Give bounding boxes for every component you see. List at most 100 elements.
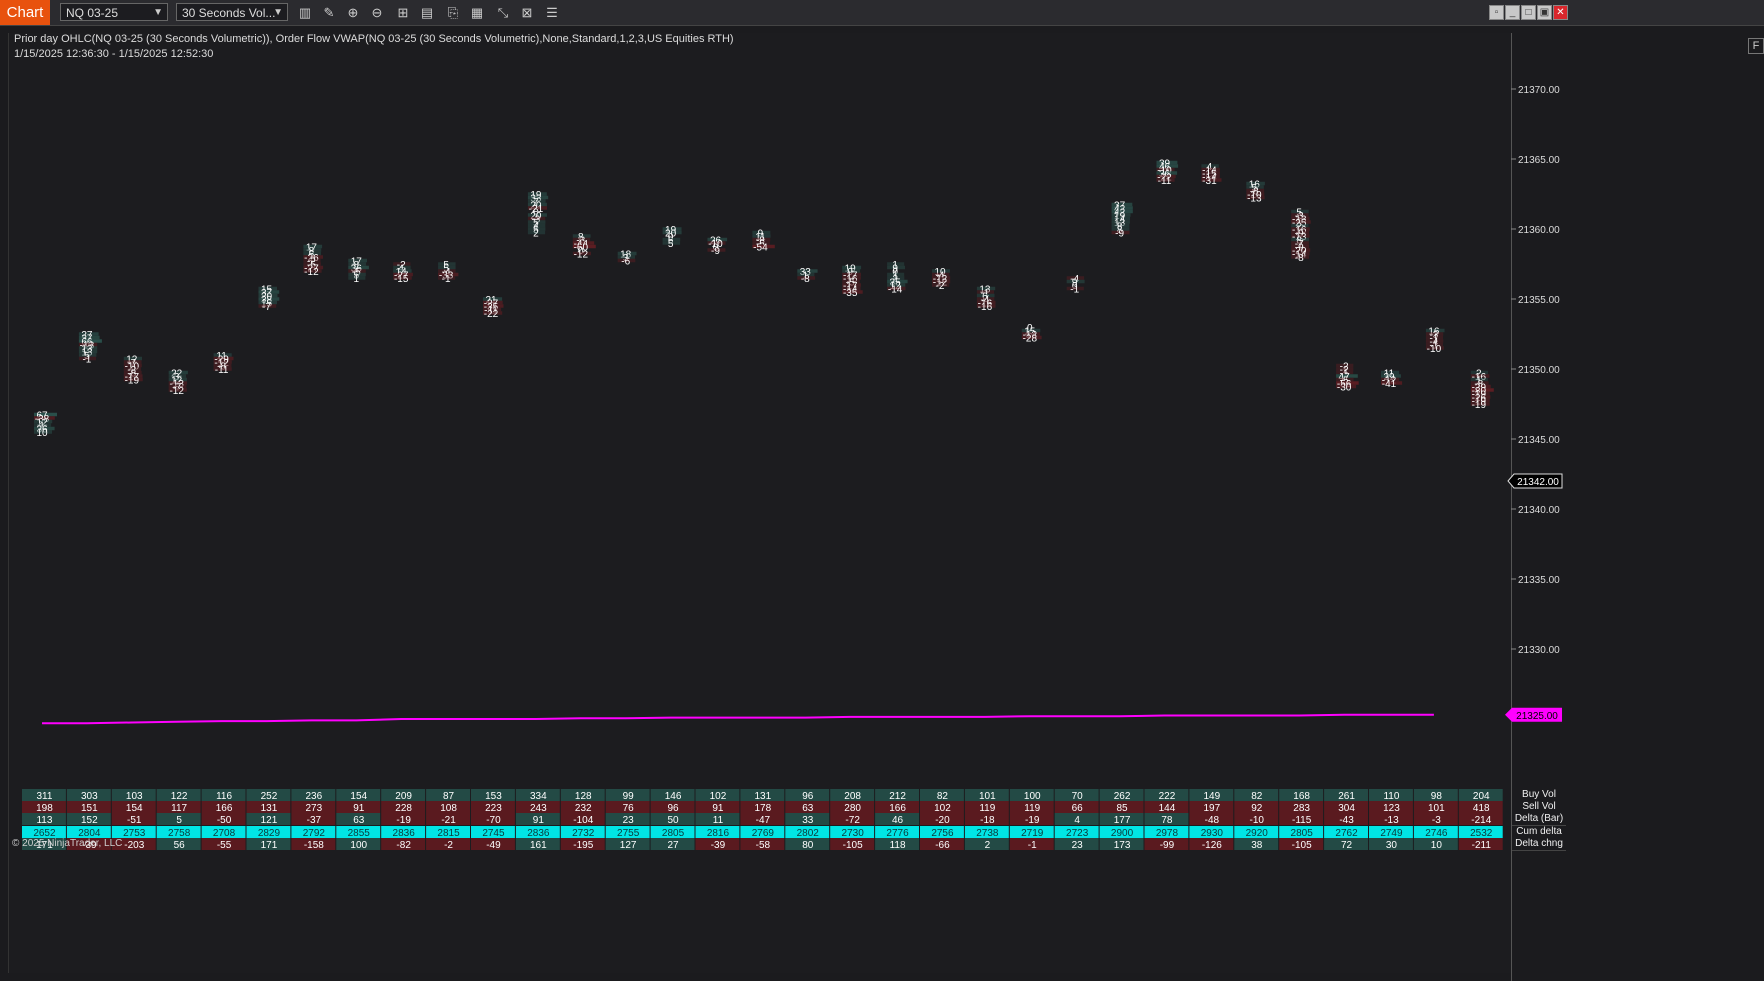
summary-sell-vol-value: 418	[1473, 803, 1490, 814]
y-tick-label: 21340.00	[1518, 505, 1560, 516]
summary-delta-bar-value: -20	[935, 815, 950, 826]
summary-cum-delta-value: 2836	[527, 828, 550, 839]
summary-delta-chng-value: 56	[174, 840, 186, 851]
footprint-cell-value: -6	[621, 257, 630, 268]
summary-delta-chng-value: -105	[843, 840, 863, 851]
summary-buy-vol-value: 149	[1204, 791, 1221, 802]
summary-delta-bar-value: -50	[217, 815, 232, 826]
footprint-cell-value: -28	[1023, 334, 1038, 345]
summary-buy-vol-value: 334	[530, 791, 547, 802]
summary-delta-chng-value: 100	[350, 840, 367, 851]
summary-delta-bar-value: 11	[713, 815, 724, 826]
summary-delta-chng-value: -195	[573, 840, 593, 851]
summary-sell-vol-value: 280	[844, 803, 861, 814]
summary-cum-delta-value: 2920	[1246, 828, 1269, 839]
summary-cum-delta-value: 2532	[1470, 828, 1493, 839]
footprint-cell-value: -7	[262, 302, 271, 313]
summary-delta-chng-value: -105	[1292, 840, 1312, 851]
summary-buy-vol-value: 103	[126, 791, 143, 802]
footprint-cell-value: -41	[1382, 379, 1397, 390]
summary-delta-bar-value: -104	[573, 815, 593, 826]
summary-delta-bar-value: -3	[1432, 815, 1441, 826]
summary-buy-vol-value: 153	[485, 791, 502, 802]
summary-delta-bar-value: 33	[802, 815, 814, 826]
summary-cum-delta-value: 2730	[842, 828, 865, 839]
footprint-cell-value: -1	[1070, 285, 1079, 296]
summary-delta-bar-value: 91	[533, 815, 545, 826]
y-tick-label: 21335.00	[1518, 575, 1560, 586]
footprint-cell-value: -12	[574, 250, 589, 261]
summary-sell-vol-value: 198	[36, 803, 53, 814]
footprint-cell-value: -10	[1427, 344, 1442, 355]
summary-cum-delta-value: 2836	[393, 828, 416, 839]
summary-delta-bar-value: -214	[1471, 815, 1491, 826]
summary-sell-vol-value: 166	[889, 803, 906, 814]
summary-delta-bar-value: -70	[486, 815, 501, 826]
footprint-cell-value: -11	[1158, 176, 1172, 187]
footprint-cell-value: -35	[843, 288, 858, 299]
vwap-price-label: 21325.00	[1516, 711, 1558, 722]
summary-buy-vol-value: 70	[1072, 791, 1084, 802]
footprint-cell-value: -16	[978, 302, 993, 313]
summary-cum-delta-value: 2746	[1425, 828, 1448, 839]
summary-cum-delta-value: 2738	[976, 828, 999, 839]
vwap-line	[42, 713, 1434, 725]
summary-buy-vol-value: 100	[1024, 791, 1041, 802]
summary-cum-delta-value: 2792	[303, 828, 326, 839]
summary-delta-chng-value: 127	[620, 840, 637, 851]
summary-delta-bar-value: -18	[980, 815, 995, 826]
footprint-cell-value: -12	[304, 267, 319, 278]
summary-sell-vol-value: 63	[802, 803, 814, 814]
summary-buy-vol-value: 98	[1431, 791, 1443, 802]
summary-delta-chng-value: -1	[1028, 840, 1037, 851]
summary-cum-delta-value: 2732	[572, 828, 595, 839]
summary-buy-vol-value: 116	[216, 791, 232, 802]
summary-delta-chng-value: -126	[1202, 840, 1222, 851]
summary-sell-vol-value: 91	[712, 803, 724, 814]
y-tick-label: 21370.00	[1518, 85, 1560, 96]
footprint-cell-value: -31	[1202, 176, 1217, 187]
summary-delta-chng-value: -66	[935, 840, 950, 851]
summary-buy-vol-value: 261	[1338, 791, 1355, 802]
summary-sell-vol-value: 123	[1383, 803, 1400, 814]
summary-delta-chng-value: 38	[1251, 840, 1263, 851]
summary-cum-delta-value: 2723	[1066, 828, 1089, 839]
copyright-notice: © 2025 NinjaTrader, LLC	[12, 838, 123, 849]
summary-delta-bar-value: 113	[36, 815, 52, 826]
footprint-cell-value: -54	[753, 243, 768, 254]
summary-delta-chng-value: -58	[756, 840, 771, 851]
summary-cum-delta-value: 2978	[1156, 828, 1179, 839]
footprint-cell-value: -30	[1337, 383, 1352, 394]
summary-cum-delta-value: 2829	[258, 828, 281, 839]
footprint-cell-value: -19	[125, 376, 140, 387]
summary-cum-delta-value: 2816	[707, 828, 730, 839]
footprint-cell-value: -15	[394, 274, 409, 285]
summary-sell-vol-value: 92	[1251, 803, 1263, 814]
summary-delta-bar-value: 5	[176, 815, 182, 826]
summary-delta-chng-value: 80	[802, 840, 814, 851]
y-tick-label: 21350.00	[1518, 365, 1560, 376]
summary-buy-vol-value: 82	[1251, 791, 1263, 802]
footprint-cell-value: -9	[711, 246, 720, 257]
summary-buy-vol-value: 262	[1114, 791, 1131, 802]
summary-sell-vol-value: 108	[440, 803, 457, 814]
summary-sell-vol-value: 85	[1116, 803, 1128, 814]
summary-sell-vol-value: 151	[81, 803, 98, 814]
summary-delta-chng-value: -2	[444, 840, 453, 851]
summary-sell-vol-value: 166	[216, 803, 233, 814]
summary-cum-delta-value: 2769	[752, 828, 775, 839]
summary-delta-chng-value: -203	[124, 840, 144, 851]
footprint-cell-value: -11	[215, 365, 229, 376]
summary-sell-vol-value: 96	[667, 803, 679, 814]
summary-buy-vol-value: 252	[261, 791, 278, 802]
footprint-cell-value: -9	[1115, 229, 1124, 240]
footprint-cell-value: -1	[82, 355, 91, 366]
summary-cum-delta-value: 2745	[482, 828, 505, 839]
y-tick-label: 21345.00	[1518, 435, 1560, 446]
summary-delta-chng-value: 23	[1072, 840, 1084, 851]
summary-label-delta-bar: Delta (Bar)	[1512, 813, 1566, 826]
summary-delta-chng-value: 72	[1341, 840, 1353, 851]
summary-sell-vol-value: 119	[979, 803, 995, 814]
summary-delta-bar-value: -48	[1205, 815, 1220, 826]
summary-delta-bar-value: 63	[353, 815, 365, 826]
